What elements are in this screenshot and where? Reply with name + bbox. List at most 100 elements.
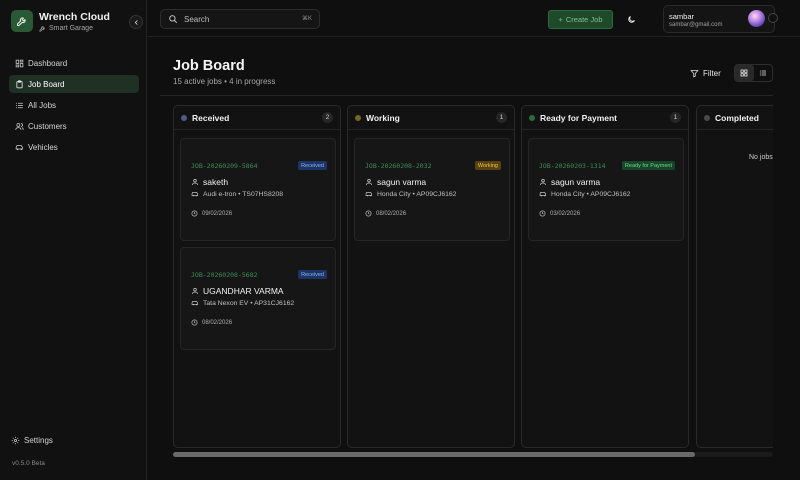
sidebar-item-all-jobs[interactable]: All Jobs	[9, 96, 139, 114]
status-badge: Working	[474, 161, 501, 170]
gear-icon	[10, 435, 20, 445]
column-status-dot	[704, 115, 710, 121]
empty-state-text: No jobs	[749, 154, 773, 161]
column-count: 1	[670, 112, 681, 123]
chevron-left-icon	[134, 19, 138, 25]
job-card[interactable]: JOB-20260208-2032 Working sagun varma Ho…	[354, 138, 510, 241]
sidebar-item-customers[interactable]: Customers	[9, 117, 139, 135]
list-view-button[interactable]	[754, 65, 773, 81]
search-placeholder: Search	[184, 14, 210, 24]
status-badge: Received	[298, 161, 327, 170]
vehicle-text: Tata Nexon EV • AP31CJ6162	[203, 299, 295, 307]
car-icon	[14, 142, 24, 152]
vehicle-info: Honda City • AP09CJ6162	[365, 190, 456, 198]
sidebar-item-settings[interactable]: Settings	[9, 432, 53, 448]
car-icon	[365, 191, 373, 197]
sidebar-item-dashboard[interactable]: Dashboard	[9, 54, 139, 72]
dashboard-icon	[14, 58, 24, 68]
users-icon	[14, 121, 24, 131]
status-badge: Received	[298, 270, 327, 279]
job-id[interactable]: JOB-20260208-2032	[365, 162, 432, 170]
column-completed: Completed No jobs	[696, 105, 773, 448]
job-id[interactable]: JOB-20260208-5682	[191, 271, 258, 279]
column-header: Working 1	[348, 106, 514, 130]
sidebar-item-vehicles[interactable]: Vehicles	[9, 138, 139, 156]
job-id[interactable]: JOB-20260209-5864	[191, 162, 258, 170]
sidebar: Wrench Cloud Smart Garage Dashboard Job …	[0, 0, 147, 480]
brand[interactable]: Wrench Cloud Smart Garage	[11, 10, 110, 32]
app-subtitle: Smart Garage	[39, 25, 110, 32]
column-count: 2	[322, 112, 333, 123]
sidebar-item-label: Job Board	[28, 79, 65, 89]
job-card[interactable]: JOB-20260209-5864 Received saketh Audi e…	[180, 138, 336, 241]
status-indicator	[768, 13, 778, 23]
page-subtitle: 15 active jobs • 4 in progress	[173, 77, 276, 86]
app-subtitle-text: Smart Garage	[49, 24, 93, 32]
column-status-dot	[181, 115, 187, 121]
clipboard-icon	[14, 79, 24, 89]
header-divider	[160, 95, 773, 96]
clock-icon	[539, 210, 546, 217]
user-name: sambar	[669, 12, 695, 21]
filter-label: Filter	[703, 68, 721, 78]
column-received: Received 2 JOB-20260209-5864 Received sa…	[173, 105, 341, 448]
column-status-dot	[355, 115, 361, 121]
grid-icon	[740, 69, 748, 77]
user-icon	[539, 178, 547, 186]
theme-toggle-moon-icon[interactable]	[625, 13, 637, 25]
job-date-text: 09/02/2026	[202, 210, 233, 217]
app-name: Wrench Cloud	[39, 10, 110, 23]
wrench-small-icon	[39, 25, 45, 31]
clock-icon	[191, 319, 198, 326]
page-title: Job Board	[173, 58, 245, 74]
job-date: 08/02/2026	[365, 210, 406, 217]
car-icon	[191, 300, 199, 306]
column-header: Received 2	[174, 106, 340, 130]
filter-icon	[690, 69, 699, 77]
create-job-label: Create Job	[565, 15, 603, 24]
sidebar-item-label: Dashboard	[28, 58, 68, 68]
job-board: Received 2 JOB-20260209-5864 Received sa…	[173, 105, 773, 448]
job-date-text: 08/02/2026	[376, 210, 407, 217]
vehicle-text: Audi e-tron • TS07HS8208	[203, 190, 284, 198]
topbar: Search ⌘K + Create Job sambar sambar@gma…	[148, 0, 800, 37]
search-icon	[169, 15, 178, 24]
job-card[interactable]: JOB-20260208-5682 Received UGANDHAR VARM…	[180, 247, 336, 350]
sidebar-item-label: Customers	[28, 121, 67, 131]
job-card[interactable]: JOB-20260203-1314 Ready for Payment sagu…	[528, 138, 684, 241]
column-header: Completed	[697, 106, 773, 130]
vehicle-info: Audi e-tron • TS07HS8208	[191, 190, 283, 198]
search-input[interactable]: Search ⌘K	[160, 9, 320, 29]
customer-name: saketh	[191, 177, 228, 187]
avatar[interactable]	[748, 10, 765, 27]
job-date-text: 08/02/2026	[202, 319, 233, 326]
clock-icon	[365, 210, 372, 217]
customer-name: sagun varma	[539, 177, 600, 187]
column-working: Working 1 JOB-20260208-2032 Working sagu…	[347, 105, 515, 448]
car-icon	[539, 191, 547, 197]
user-icon	[191, 287, 199, 295]
app-version: v0.5.0 Beta	[12, 460, 45, 467]
filter-button[interactable]: Filter	[690, 65, 721, 81]
column-count: 1	[496, 112, 507, 123]
sidebar-item-job-board[interactable]: Job Board	[9, 75, 139, 93]
scrollbar-thumb[interactable]	[173, 452, 695, 457]
job-date: 03/02/2026	[539, 210, 580, 217]
column-title: Ready for Payment	[540, 113, 617, 123]
column-title: Received	[192, 113, 230, 123]
settings-label: Settings	[24, 435, 53, 445]
board-horizontal-scrollbar[interactable]	[173, 452, 773, 457]
status-badge: Ready for Payment	[621, 161, 675, 170]
collapse-sidebar-button[interactable]	[129, 15, 143, 29]
sidebar-nav: Dashboard Job Board All Jobs Customers V…	[9, 54, 139, 159]
create-job-button[interactable]: + Create Job	[548, 10, 613, 29]
column-status-dot	[529, 115, 535, 121]
grid-view-button[interactable]	[735, 65, 754, 81]
vehicle-info: Honda City • AP09CJ6162	[539, 190, 630, 198]
vehicle-info: Tata Nexon EV • AP31CJ6162	[191, 299, 294, 307]
vehicle-text: Honda City • AP09CJ6162	[551, 190, 631, 198]
job-id[interactable]: JOB-20260203-1314	[539, 162, 606, 170]
customer-name: sagun varma	[365, 177, 426, 187]
column-title: Working	[366, 113, 400, 123]
customer-name-text: sagun varma	[377, 177, 427, 187]
